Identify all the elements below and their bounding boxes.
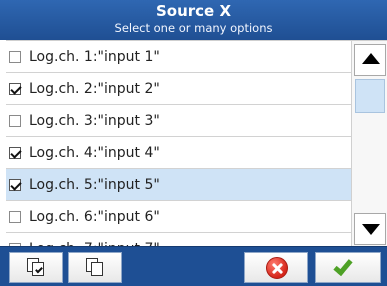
source-selection-dialog: Source X Select one or many options Log.… [0, 0, 387, 286]
dialog-header: Source X Select one or many options [0, 0, 387, 40]
select-all-button[interactable] [9, 252, 63, 283]
scroll-down-button[interactable] [354, 213, 386, 245]
options-list: Log.ch. 1:"input 1" Log.ch. 2:"input 2" Lo… [6, 41, 351, 246]
list-item-label: Log.ch. 6:"input 6" [29, 208, 160, 225]
checkbox-checked[interactable] [9, 146, 21, 159]
green-check-icon [333, 255, 353, 277]
list-item-label: Log.ch. 2:"input 2" [29, 80, 160, 97]
scroll-thumb[interactable] [355, 79, 385, 113]
pages-check-icon [27, 258, 47, 278]
triangle-up-icon [362, 53, 380, 64]
checkbox-checked[interactable] [9, 82, 21, 95]
list-item[interactable]: Log.ch. 7:"input 7" [6, 233, 351, 246]
list-item-label: Log.ch. 5:"input 5" [29, 176, 160, 193]
pages-icon [86, 258, 106, 278]
list-item-label: Log.ch. 3:"input 3" [29, 112, 160, 129]
bottom-toolbar [0, 246, 387, 286]
list-item[interactable]: Log.ch. 1:"input 1" [6, 41, 351, 73]
dialog-subtitle: Select one or many options [114, 21, 273, 35]
list-item[interactable]: Log.ch. 4:"input 4" [6, 137, 351, 169]
checkbox-unchecked[interactable] [9, 50, 21, 63]
cancel-button[interactable] [244, 252, 308, 283]
list-item-label: Log.ch. 4:"input 4" [29, 144, 160, 161]
ok-button[interactable] [315, 252, 381, 283]
checkbox-unchecked[interactable] [9, 210, 21, 223]
options-list-frame: Log.ch. 1:"input 1" Log.ch. 2:"input 2" Lo… [6, 40, 387, 246]
list-item[interactable]: Log.ch. 5:"input 5" [6, 169, 351, 201]
deselect-all-button[interactable] [68, 252, 122, 283]
list-item[interactable]: Log.ch. 6:"input 6" [6, 201, 351, 233]
list-item-label: Log.ch. 1:"input 1" [29, 48, 160, 65]
checkbox-checked[interactable] [9, 178, 21, 191]
triangle-down-icon [362, 224, 380, 235]
scrollbar[interactable] [351, 41, 387, 246]
red-x-circle-icon [266, 257, 288, 279]
list-item[interactable]: Log.ch. 2:"input 2" [6, 73, 351, 105]
scroll-up-button[interactable] [354, 44, 386, 76]
list-item[interactable]: Log.ch. 3:"input 3" [6, 105, 351, 137]
checkbox-unchecked[interactable] [9, 114, 21, 127]
dialog-title: Source X [155, 2, 232, 20]
